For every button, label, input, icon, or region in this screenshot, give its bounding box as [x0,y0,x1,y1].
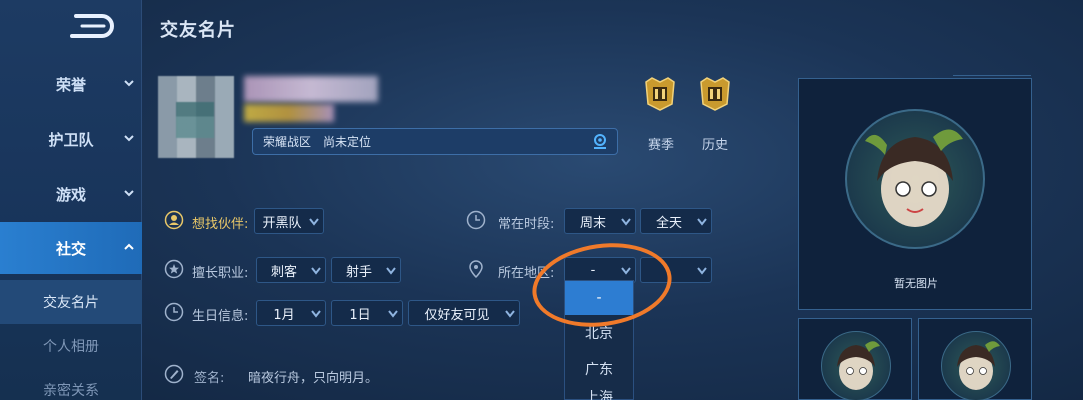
signature-text[interactable]: 暗夜行舟，只向明月。 [248,367,378,386]
annotation-circle [526,234,678,336]
birthday-month-value: 1月 [273,307,295,323]
pen-icon [164,364,184,384]
sidebar-item-label: 社交 [55,239,86,258]
page-title: 交友名片 [160,20,236,41]
role-value-2: 射手 [345,264,372,280]
location-status: 尚未定位 [323,135,372,149]
caret-down-icon [386,267,396,275]
time-select-hours[interactable]: 全天 [640,208,712,234]
location-pin-icon [469,260,483,279]
caret-down-icon [309,218,319,226]
no-photo-caption: 暂无图片 [894,277,938,290]
avatar[interactable] [158,76,234,158]
main-photo-slot[interactable]: 暂无图片 [798,75,1032,310]
player-badge-blurred [244,104,334,122]
history-label: 历史 [702,138,729,153]
caret-down-icon [697,267,707,275]
birthday-month-select[interactable]: 1月 [256,300,326,326]
sidebar: 荣誉 护卫队 游戏 社交 交友名片 个人相册 亲密关系 [0,0,142,400]
sidebar-item-guard[interactable]: 护卫队 [0,113,142,165]
sidebar-subitem-album[interactable]: 个人相册 [0,324,142,368]
sidebar-item-honor[interactable]: 荣誉 [0,58,142,110]
sidebar-subitem-label: 亲密关系 [43,383,99,399]
birthday-visibility-select[interactable]: 仅好友可见 [408,300,520,326]
sidebar-item-label: 游戏 [55,185,86,204]
sidebar-item-label: 荣誉 [55,75,86,94]
dropdown-option[interactable]: 上海 [565,387,633,400]
sidebar-subitem-label: 个人相册 [43,339,99,355]
chevron-up-icon [124,243,134,250]
season-medal-icon[interactable] [642,76,678,112]
role-select-1[interactable]: 刺客 [256,257,326,283]
caret-down-icon [388,310,398,318]
caret-down-icon [621,218,631,226]
role-select-2[interactable]: 射手 [331,257,401,283]
clock-icon [466,210,486,230]
partner-select[interactable]: 开黑队 [254,208,324,234]
location-pin-icon[interactable] [591,133,609,151]
partner-icon [164,210,184,230]
clock-icon [164,302,184,322]
sidebar-item-game[interactable]: 游戏 [0,168,142,220]
birthday-day-select[interactable]: 1日 [331,300,403,326]
back-icon[interactable] [62,10,118,42]
time-days-value: 周末 [579,215,606,231]
time-label: 常在时段: [498,217,555,232]
caret-down-icon [505,310,515,318]
caret-down-icon [311,267,321,275]
photo-frame-decoration [953,75,1031,83]
location-bar[interactable]: 荣耀战区 尚未定位 [252,128,618,155]
sidebar-subitem-relations[interactable]: 亲密关系 [0,368,142,400]
star-icon [164,259,184,279]
caret-down-icon [697,218,707,226]
signature-label: 签名: [194,371,225,386]
photo-thumb-slot[interactable] [798,318,912,400]
sidebar-item-social[interactable]: 社交 [0,222,142,274]
portrait-placeholder-image [941,331,1011,400]
photo-thumb-slot[interactable] [918,318,1032,400]
partner-value: 开黑队 [262,215,302,231]
partner-label: 想找伙伴: [192,217,249,232]
dropdown-option[interactable]: 广东 [565,351,633,387]
birthday-day-value: 1日 [349,307,371,323]
role-label: 擅长职业: [192,266,249,281]
sidebar-subitem-label: 交友名片 [43,295,99,311]
sidebar-item-label: 护卫队 [48,130,94,149]
chevron-down-icon [124,190,134,197]
zone-label: 荣耀战区 [263,135,312,149]
birthday-visibility-value: 仅好友可见 [424,307,490,323]
player-name-blurred [244,76,378,102]
portrait-placeholder-image [845,109,985,249]
history-medal-icon[interactable] [697,76,733,112]
portrait-placeholder-image [821,331,891,400]
sidebar-subitem-card[interactable]: 交友名片 [0,280,142,324]
birthday-label: 生日信息: [192,309,249,324]
role-value-1: 刺客 [270,264,297,280]
caret-down-icon [311,310,321,318]
chevron-down-icon [124,80,134,87]
season-label: 赛季 [648,138,675,153]
chevron-down-icon [124,135,134,142]
time-hours-value: 全天 [655,215,682,231]
time-select-days[interactable]: 周末 [564,208,636,234]
